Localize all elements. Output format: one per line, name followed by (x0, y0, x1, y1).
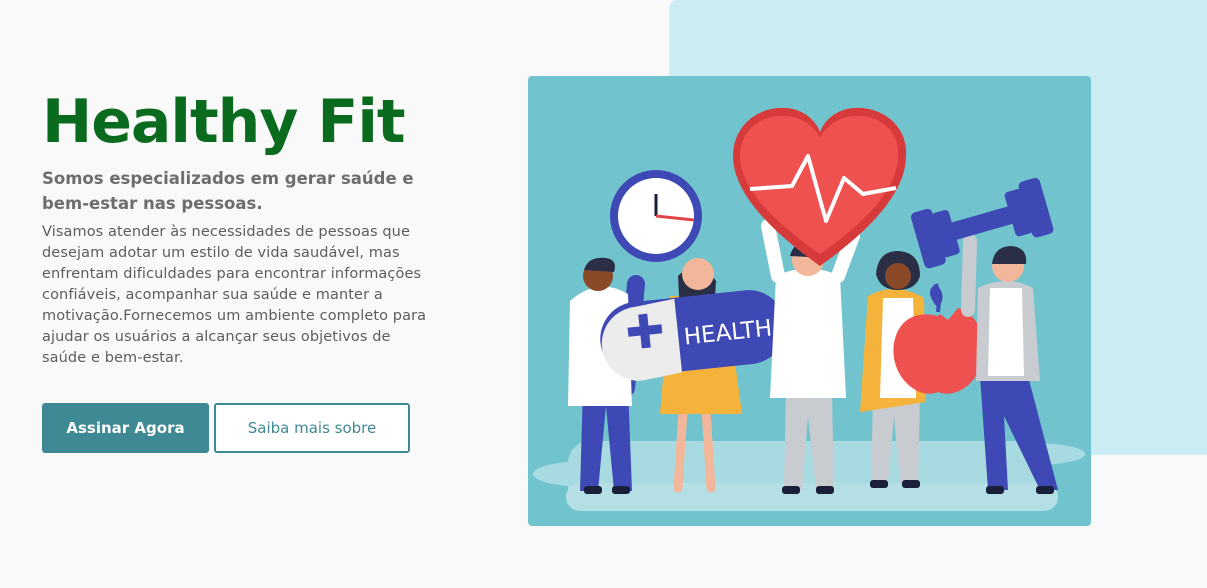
hero-illustration: HEALTH (528, 76, 1091, 526)
hero-subtitle: Somos especializados em gerar saúde e be… (42, 169, 414, 213)
heart-pulse-icon (733, 107, 907, 266)
subscribe-button[interactable]: Assinar Agora (42, 403, 209, 453)
learn-more-button[interactable]: Saiba mais sobre (214, 403, 410, 453)
hero-description: Visamos atender às necessidades de pesso… (42, 224, 427, 366)
page-title: Healthy Fit (42, 87, 406, 157)
dumbbell-icon (910, 177, 1054, 269)
clock-icon (610, 170, 702, 262)
hero-text-section: Healthy Fit Somos especializados em gera… (42, 84, 442, 369)
